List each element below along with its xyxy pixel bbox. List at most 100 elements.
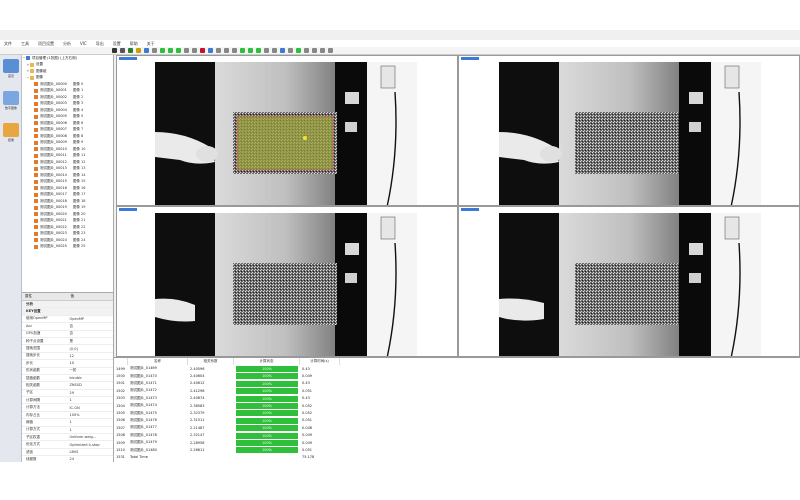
col-header-id[interactable]: [114, 358, 128, 365]
table-row[interactable]: 1531 Total Time 75.178: [114, 454, 340, 461]
col-header-name[interactable]: 名称: [128, 358, 188, 365]
property-row[interactable]: 子区权重 Uniform weig...: [22, 434, 113, 442]
toolbar-tool-icon[interactable]: [152, 48, 157, 53]
toolbar-tool-icon[interactable]: [312, 48, 317, 53]
property-row[interactable]: 使用OpenMP OpenMP: [22, 316, 113, 324]
analysis-icon[interactable]: [3, 91, 19, 105]
property-row[interactable]: 形状函数 一阶: [22, 368, 113, 375]
toolbar-tool-icon[interactable]: [184, 48, 189, 53]
property-value[interactable]: (0,0): [68, 347, 113, 351]
property-value[interactable]: OpenMP: [68, 317, 113, 321]
toolbar-tool-icon[interactable]: [160, 48, 165, 53]
toolbar-tool-icon[interactable]: [144, 48, 149, 53]
property-row[interactable]: 搜索步长 12: [22, 353, 113, 361]
property-value[interactable]: bicubic: [68, 376, 113, 380]
property-value[interactable]: IC-GN: [68, 406, 113, 410]
property-value[interactable]: LBVS: [68, 450, 113, 454]
menu-item[interactable]: 导出: [96, 41, 104, 47]
table-row[interactable]: 1500 测试图片_01470 2.40604 100% 0.049: [114, 372, 340, 380]
table-row[interactable]: 1510 测试图片_01480 2.26611 100% 0.051: [114, 446, 340, 454]
toolbar-tool-icon[interactable]: [168, 48, 173, 53]
toolbar-tool-icon[interactable]: [232, 48, 237, 53]
menu-item[interactable]: 分析: [63, 41, 71, 47]
menu-item[interactable]: VIC: [80, 41, 87, 46]
image-view-bottom-left[interactable]: [116, 206, 458, 357]
toolbar-tool-icon[interactable]: [112, 48, 117, 53]
image-view-bottom-right[interactable]: [458, 206, 800, 357]
property-row[interactable]: Acc 否: [22, 323, 113, 331]
view-tab[interactable]: [461, 57, 479, 60]
toolbar-tool-icon[interactable]: [200, 48, 205, 53]
property-value[interactable]: 一阶: [68, 368, 113, 373]
property-value[interactable]: Optimized 4-step: [68, 443, 113, 447]
table-row[interactable]: 1503 测试图片_01473 2.40874 100% 0.43: [114, 395, 340, 402]
toolbar-tool-icon[interactable]: [216, 48, 221, 53]
property-row[interactable]: 搜索范围 (0,0): [22, 345, 113, 353]
property-row[interactable]: 子区 29: [22, 390, 113, 398]
toolbar-tool-icon[interactable]: [224, 48, 229, 53]
property-row[interactable]: 步长 10: [22, 360, 113, 368]
property-value[interactable]: 是: [68, 339, 113, 344]
property-value[interactable]: 1: [68, 428, 113, 432]
view-tab[interactable]: [119, 208, 137, 211]
property-value[interactable]: Uniform weig...: [68, 435, 113, 439]
toolbar-tool-icon[interactable]: [136, 48, 141, 53]
property-value[interactable]: ZNSSD: [68, 383, 113, 387]
property-category[interactable]: KEY设置: [22, 308, 113, 316]
property-row[interactable]: 计算方式 1: [22, 427, 113, 435]
col-header-status[interactable]: 计算状态: [234, 358, 300, 365]
tree-item[interactable]: 测试图片_00025 图像 25: [22, 244, 113, 251]
menu-item[interactable]: 项目设置: [38, 41, 54, 47]
menu-item[interactable]: 工具: [21, 41, 29, 47]
property-row[interactable]: 线程数 24: [22, 456, 113, 462]
toolbar-tool-icon[interactable]: [208, 48, 213, 53]
menu-item[interactable]: 设置: [113, 41, 121, 47]
col-header-time[interactable]: 计算时间(s): [300, 358, 340, 365]
toolbar-tool-icon[interactable]: [248, 48, 253, 53]
property-value[interactable]: 否: [68, 324, 113, 329]
property-value[interactable]: 29: [68, 391, 113, 395]
image-view-top-left[interactable]: [116, 55, 458, 206]
toolbar-tool-icon[interactable]: [280, 48, 285, 53]
property-value[interactable]: 1: [68, 420, 113, 424]
property-value[interactable]: 10: [68, 361, 113, 365]
toolbar-tool-icon[interactable]: [288, 48, 293, 53]
toolbar-tool-icon[interactable]: [320, 48, 325, 53]
col-header-cc[interactable]: 相关系数: [188, 358, 234, 365]
menu-item[interactable]: 关于: [147, 41, 155, 47]
property-row[interactable]: 种子点设置 是: [22, 338, 113, 346]
toolbar-tool-icon[interactable]: [304, 48, 309, 53]
table-row[interactable]: 1509 测试图片_01479 2.28958 100% 0.049: [114, 439, 340, 447]
toolbar-tool-icon[interactable]: [328, 48, 333, 53]
toolbar-tool-icon[interactable]: [240, 48, 245, 53]
menu-item[interactable]: 帮助: [130, 41, 138, 47]
toolbar-tool-icon[interactable]: [256, 48, 261, 53]
table-row[interactable]: 1501 测试图片_01471 2.40612 100% 0.43: [114, 380, 340, 387]
table-row[interactable]: 1504 测试图片_01474 2.38583 100% 0.052: [114, 402, 340, 410]
property-row[interactable]: 滤波 LBVS: [22, 449, 113, 457]
menu-item[interactable]: 文件: [4, 41, 12, 47]
property-row[interactable]: 优化方式 Optimized 4-step: [22, 441, 113, 449]
view-tab[interactable]: [119, 57, 137, 60]
table-row[interactable]: 1507 测试图片_01477 2.21487 100% 0.048: [114, 424, 340, 432]
toolbar-tool-icon[interactable]: [120, 48, 125, 53]
image-view-top-right[interactable]: [458, 55, 800, 206]
property-value[interactable]: 1: [68, 398, 113, 402]
table-row[interactable]: 1499 测试图片_01469 2.40596 100% 0.43: [114, 365, 340, 373]
toolbar-tool-icon[interactable]: [176, 48, 181, 53]
toolbar-tool-icon[interactable]: [272, 48, 277, 53]
folder-icon[interactable]: [3, 123, 19, 137]
property-value[interactable]: 24: [68, 457, 113, 461]
toolbar-tool-icon[interactable]: [192, 48, 197, 53]
property-row[interactable]: 计算方法 IC-GN: [22, 404, 113, 412]
view-tab[interactable]: [461, 208, 479, 211]
home-icon[interactable]: [3, 59, 19, 73]
property-value[interactable]: 12: [68, 354, 113, 358]
table-row[interactable]: 1502 测试图片_01472 2.41298 100% 0.051: [114, 387, 340, 395]
toolbar-tool-icon[interactable]: [296, 48, 301, 53]
property-row[interactable]: 阈值 1: [22, 419, 113, 427]
property-row[interactable]: 内存占比 100%: [22, 412, 113, 420]
property-row[interactable]: 相关函数 ZNSSD: [22, 382, 113, 390]
toolbar-tool-icon[interactable]: [128, 48, 133, 53]
property-value[interactable]: 100%: [68, 413, 113, 417]
